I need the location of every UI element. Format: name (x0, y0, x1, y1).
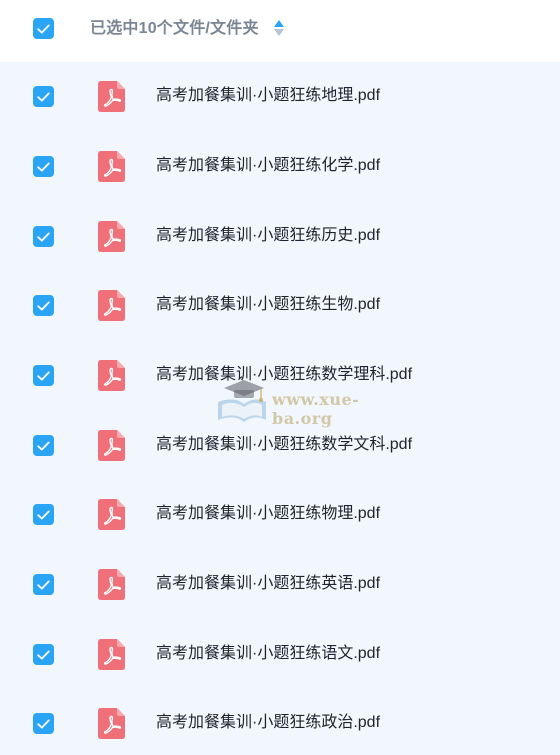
checkmark-icon (37, 92, 50, 101)
pdf-icon (98, 221, 125, 252)
file-name: 高考加餐集训·小题狂练政治.pdf (156, 714, 381, 731)
pdf-icon (98, 430, 125, 461)
pdf-icon (98, 639, 125, 670)
checkmark-icon (37, 719, 50, 728)
file-row[interactable]: 高考加餐集训·小题狂练数学理科.pdf (0, 341, 560, 411)
file-row[interactable]: 高考加餐集训·小题狂练语文.pdf (0, 620, 560, 690)
file-list: 高考加餐集训·小题狂练地理.pdf 高考加餐集训·小题狂练化学.pdf 高考加餐集训… (0, 62, 560, 755)
file-checkbox[interactable] (33, 226, 54, 247)
selection-count-label: 已选中10个文件/文件夹 (90, 20, 259, 37)
file-row[interactable]: 高考加餐集训·小题狂练数学文科.pdf (0, 411, 560, 481)
checkmark-icon (37, 162, 50, 171)
checkmark-icon (37, 301, 50, 310)
file-name: 高考加餐集训·小题狂练语文.pdf (156, 645, 381, 662)
file-checkbox[interactable] (33, 156, 54, 177)
pdf-icon (98, 708, 125, 739)
checkmark-icon (37, 371, 50, 380)
file-checkbox[interactable] (33, 713, 54, 734)
file-checkbox[interactable] (33, 574, 54, 595)
file-name: 高考加餐集训·小题狂练历史.pdf (156, 227, 381, 244)
sort-updown-icon[interactable] (273, 19, 285, 37)
file-row[interactable]: 高考加餐集训·小题狂练历史.pdf (0, 202, 560, 272)
file-row[interactable]: 高考加餐集训·小题狂练地理.pdf (0, 62, 560, 132)
file-name: 高考加餐集训·小题狂练生物.pdf (156, 296, 381, 313)
file-row[interactable]: 高考加餐集训·小题狂练英语.pdf (0, 550, 560, 620)
pdf-icon (98, 569, 125, 600)
pdf-icon (98, 151, 125, 182)
file-checkbox[interactable] (33, 435, 54, 456)
file-name: 高考加餐集训·小题狂练英语.pdf (156, 575, 381, 592)
pdf-icon (98, 499, 125, 530)
checkmark-icon (37, 232, 50, 241)
pdf-icon (98, 360, 125, 391)
file-row[interactable]: 高考加餐集训·小题狂练政治.pdf (0, 689, 560, 755)
file-name: 高考加餐集训·小题狂练化学.pdf (156, 157, 381, 174)
select-all-checkbox[interactable] (33, 18, 54, 39)
file-name: 高考加餐集训·小题狂练物理.pdf (156, 505, 381, 522)
file-selection-page: 已选中10个文件/文件夹 高考加餐集训·小题狂练地理.pdf 高考加餐集训·小题狂… (0, 0, 560, 755)
checkmark-icon (37, 580, 50, 589)
file-checkbox[interactable] (33, 295, 54, 316)
file-name: 高考加餐集训·小题狂练地理.pdf (156, 87, 381, 104)
file-checkbox[interactable] (33, 644, 54, 665)
checkmark-icon (37, 510, 50, 519)
checkmark-icon (37, 24, 50, 33)
file-row[interactable]: 高考加餐集训·小题狂练物理.pdf (0, 480, 560, 550)
pdf-icon (98, 290, 125, 321)
selection-header: 已选中10个文件/文件夹 (0, 0, 560, 62)
file-name: 高考加餐集训·小题狂练数学文科.pdf (156, 436, 413, 453)
file-row[interactable]: 高考加餐集训·小题狂练生物.pdf (0, 271, 560, 341)
file-checkbox[interactable] (33, 365, 54, 386)
checkmark-icon (37, 650, 50, 659)
checkmark-icon (37, 441, 50, 450)
file-name: 高考加餐集训·小题狂练数学理科.pdf (156, 366, 413, 383)
pdf-icon (98, 81, 125, 112)
file-checkbox[interactable] (33, 86, 54, 107)
file-row[interactable]: 高考加餐集训·小题狂练化学.pdf (0, 132, 560, 202)
file-checkbox[interactable] (33, 504, 54, 525)
